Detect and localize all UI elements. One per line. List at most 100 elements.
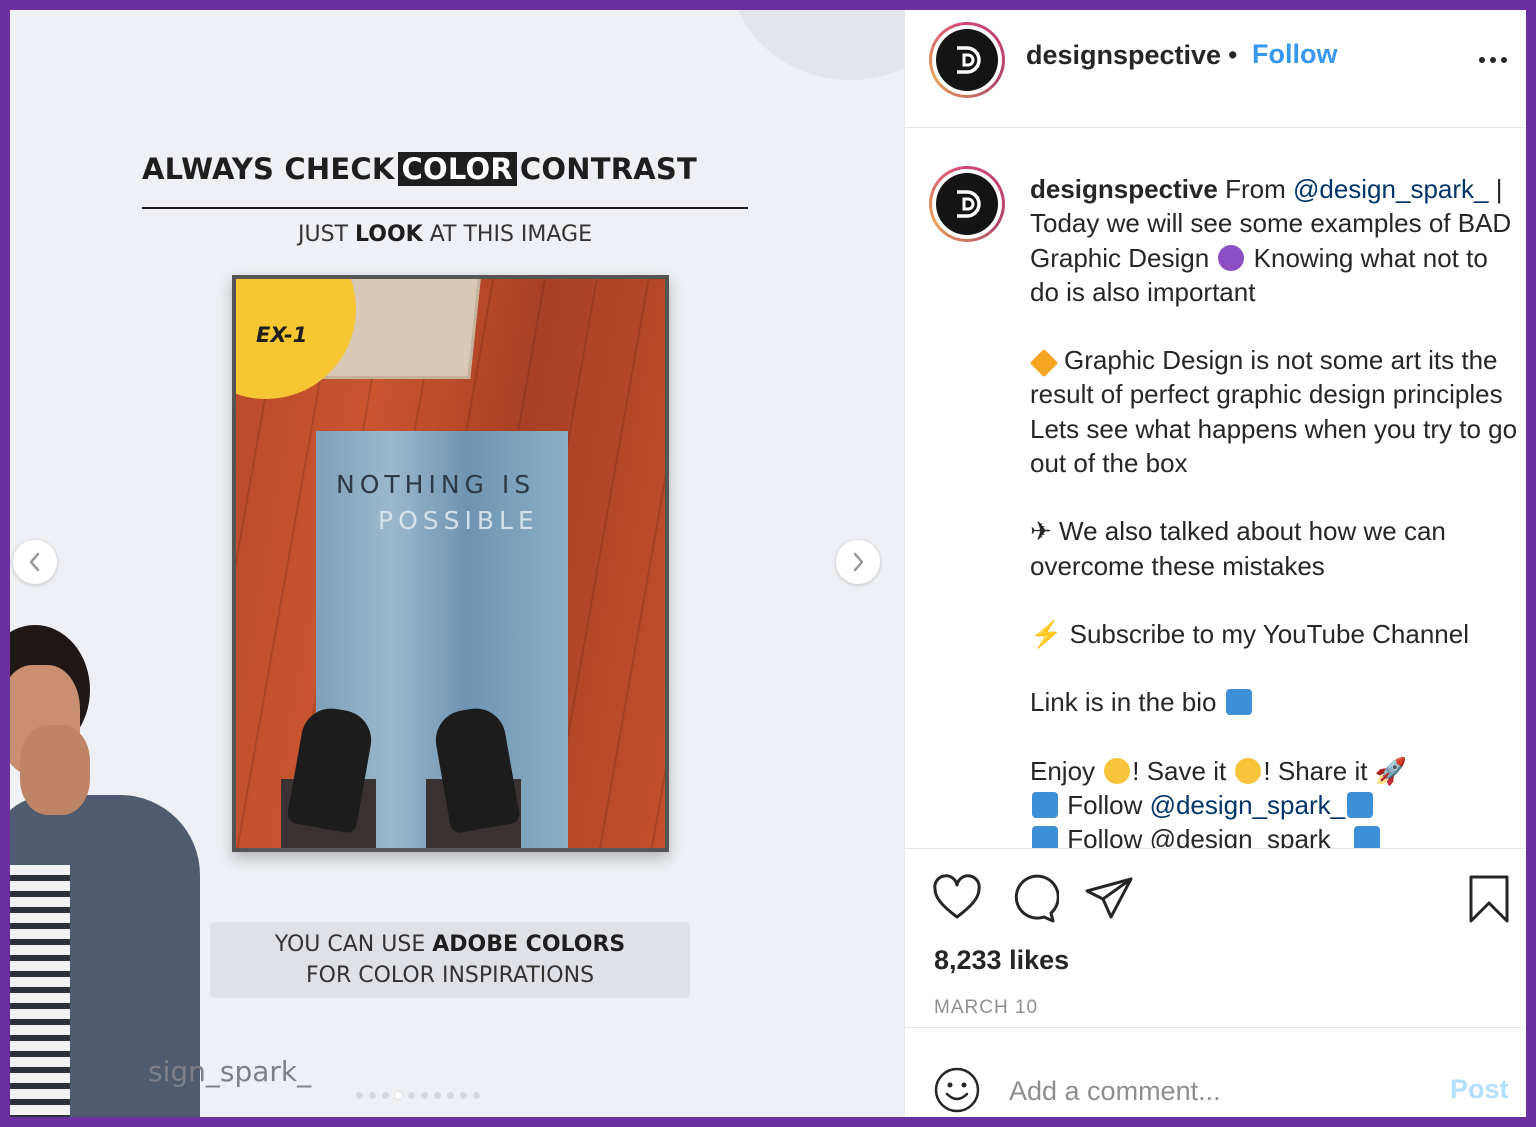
slide-headline: ALWAYS CHECK COLOR CONTRAST: [142, 152, 748, 186]
caption-follow-text: Follow: [1060, 789, 1150, 820]
chevron-right-icon: [853, 552, 864, 572]
caption-para2-text: We also talked about how we can overcome…: [1030, 516, 1446, 581]
caption-avatar[interactable]: [929, 166, 1005, 242]
previous-slide-button[interactable]: [13, 540, 57, 584]
headline-text-post: CONTRAST: [519, 152, 697, 186]
brand-logo-icon: [957, 46, 981, 74]
caption-enjoy: Enjoy ! Save it ! Share it 🚀: [1030, 754, 1520, 788]
caption-para4-text: Link is in the bio: [1030, 687, 1224, 718]
carousel-dot: [408, 1092, 415, 1099]
caption-share-it: ! Share it: [1263, 755, 1375, 786]
caption-follow-text2: Follow @design_spark_: [1060, 824, 1353, 848]
arrow-box-emoji-icon: [1347, 791, 1374, 818]
heart-icon: [933, 874, 981, 919]
next-slide-button[interactable]: [836, 540, 880, 584]
follow-button[interactable]: Follow: [1252, 39, 1337, 70]
comment-icon: [1014, 874, 1060, 923]
example-photo: NOTHING IS POSSIBLE EX-1: [232, 275, 669, 852]
decorative-circle: [730, 10, 904, 80]
slide-watermark: sign_spark_: [148, 1055, 312, 1088]
post-comment-button[interactable]: Post: [1450, 1074, 1509, 1105]
comment-input[interactable]: [1009, 1073, 1429, 1109]
caption-area: designspective From @design_spark_ | Tod…: [905, 128, 1526, 848]
heart-eyes-emoji-icon: [1104, 757, 1131, 784]
mat-text: NOTHING IS POSSIBLE: [336, 467, 566, 539]
caption-follow-line: Follow @design_spark_: [1030, 788, 1520, 822]
caption-para1: Graphic Design is not some art its the r…: [1029, 343, 1520, 480]
brand-logo-icon: [957, 190, 981, 218]
header-username[interactable]: designspective: [1026, 40, 1221, 71]
carousel-dot: [356, 1092, 363, 1099]
avatar-disc: [936, 29, 998, 91]
caption-intro: designspective From @design_spark_ | Tod…: [1030, 172, 1520, 309]
carousel-dot: [382, 1092, 389, 1099]
bookmark-icon: [1469, 875, 1509, 923]
tip-line2: FOR COLOR INSPIRATIONS: [305, 963, 595, 988]
post-details-panel: designspective • Follow designspective F…: [904, 10, 1526, 1117]
caption-from: From: [1217, 174, 1293, 204]
app-frame: ALWAYS CHECK COLOR CONTRAST JUST LOOK AT T…: [10, 10, 1526, 1117]
comment-button[interactable]: [1007, 873, 1060, 925]
hugging-emoji-icon: [1235, 757, 1262, 784]
slide-subheadline: JUST LOOK AT THIS IMAGE: [142, 222, 748, 247]
smiley-icon: [934, 1067, 980, 1113]
carousel-dot: [434, 1092, 441, 1099]
headline-divider: [142, 207, 748, 209]
caption-gap: [1030, 651, 1520, 685]
carousel-dot: [369, 1092, 376, 1099]
tip-pre: YOU CAN USE: [274, 932, 433, 957]
likes-count[interactable]: 8,233 likes: [934, 945, 1069, 976]
carousel-dot: [395, 1092, 402, 1099]
caption-username[interactable]: designspective: [1030, 174, 1218, 204]
caption-mention[interactable]: @design_spark_: [1293, 174, 1489, 204]
caption-gap: [1030, 480, 1520, 514]
person-shirt: [10, 865, 70, 1117]
post-caption: designspective From @design_spark_ | Tod…: [1029, 172, 1520, 848]
tip-line1: YOU CAN USE ADOBE COLORS: [210, 929, 690, 960]
tip-box: YOU CAN USE ADOBE COLORS FOR COLOR INSPI…: [210, 922, 690, 998]
lightning-icon: ⚡: [1030, 618, 1063, 649]
post-media-slide: ALWAYS CHECK COLOR CONTRAST JUST LOOK AT T…: [10, 10, 904, 1117]
person-hand: [20, 725, 90, 815]
tip-bold: ADOBE COLORS: [432, 932, 626, 957]
person-illustration: [10, 625, 200, 1117]
save-button[interactable]: [1463, 873, 1515, 925]
avatar-inner: [932, 25, 1002, 95]
caption-para1-text: Graphic Design is not some art its the r…: [1030, 345, 1518, 479]
like-button[interactable]: [931, 873, 983, 925]
rocket-emoji-icon: 🚀: [1374, 755, 1408, 786]
subheadline-bold: LOOK: [355, 222, 423, 247]
mat-text-line2: POSSIBLE: [378, 506, 539, 535]
avatar-disc: [936, 173, 998, 235]
emoji-picker-button[interactable]: [933, 1066, 981, 1114]
airplane-icon: ✈: [1030, 516, 1052, 547]
post-header: designspective • Follow: [905, 10, 1526, 128]
caption-follow-line2: Follow @design_spark_: [1030, 822, 1520, 848]
share-button[interactable]: [1083, 873, 1135, 925]
chevron-left-icon: [29, 552, 40, 572]
post-actions: 8,233 likes MARCH 10: [905, 848, 1526, 1028]
caption-para4: Link is in the bio: [1030, 685, 1520, 719]
devil-emoji-icon: [1218, 244, 1245, 271]
caption-follow-mention[interactable]: @design_spark_: [1150, 790, 1346, 820]
mat-text-line1: NOTHING IS: [336, 470, 536, 499]
caption-para3: ⚡ Subscribe to my YouTube Channel: [1030, 617, 1520, 651]
share-icon: [1085, 877, 1133, 919]
caption-gap: [1030, 309, 1520, 343]
arrow-box-emoji-icon: [1354, 826, 1381, 848]
header-avatar[interactable]: [929, 22, 1005, 98]
post-date[interactable]: MARCH 10: [934, 997, 1038, 1019]
header-separator: •: [1228, 40, 1238, 70]
orange-diamond-icon: [1029, 349, 1059, 378]
headline-text-pre: ALWAYS CHECK: [142, 152, 395, 186]
caption-para3-text: Subscribe to my YouTube Channel: [1062, 618, 1470, 649]
carousel-dot: [421, 1092, 428, 1099]
subheadline-pre: JUST: [298, 222, 356, 247]
subheadline-post: AT THIS IMAGE: [422, 222, 592, 247]
headline-text-boxed: COLOR: [397, 152, 517, 186]
caption-enjoy-text: Enjoy: [1030, 755, 1103, 786]
more-options-button[interactable]: [1473, 48, 1513, 72]
caption-gap: [1030, 583, 1520, 617]
more-horizontal-icon: [1479, 57, 1507, 63]
up-arrow-emoji-icon: [1225, 689, 1252, 716]
